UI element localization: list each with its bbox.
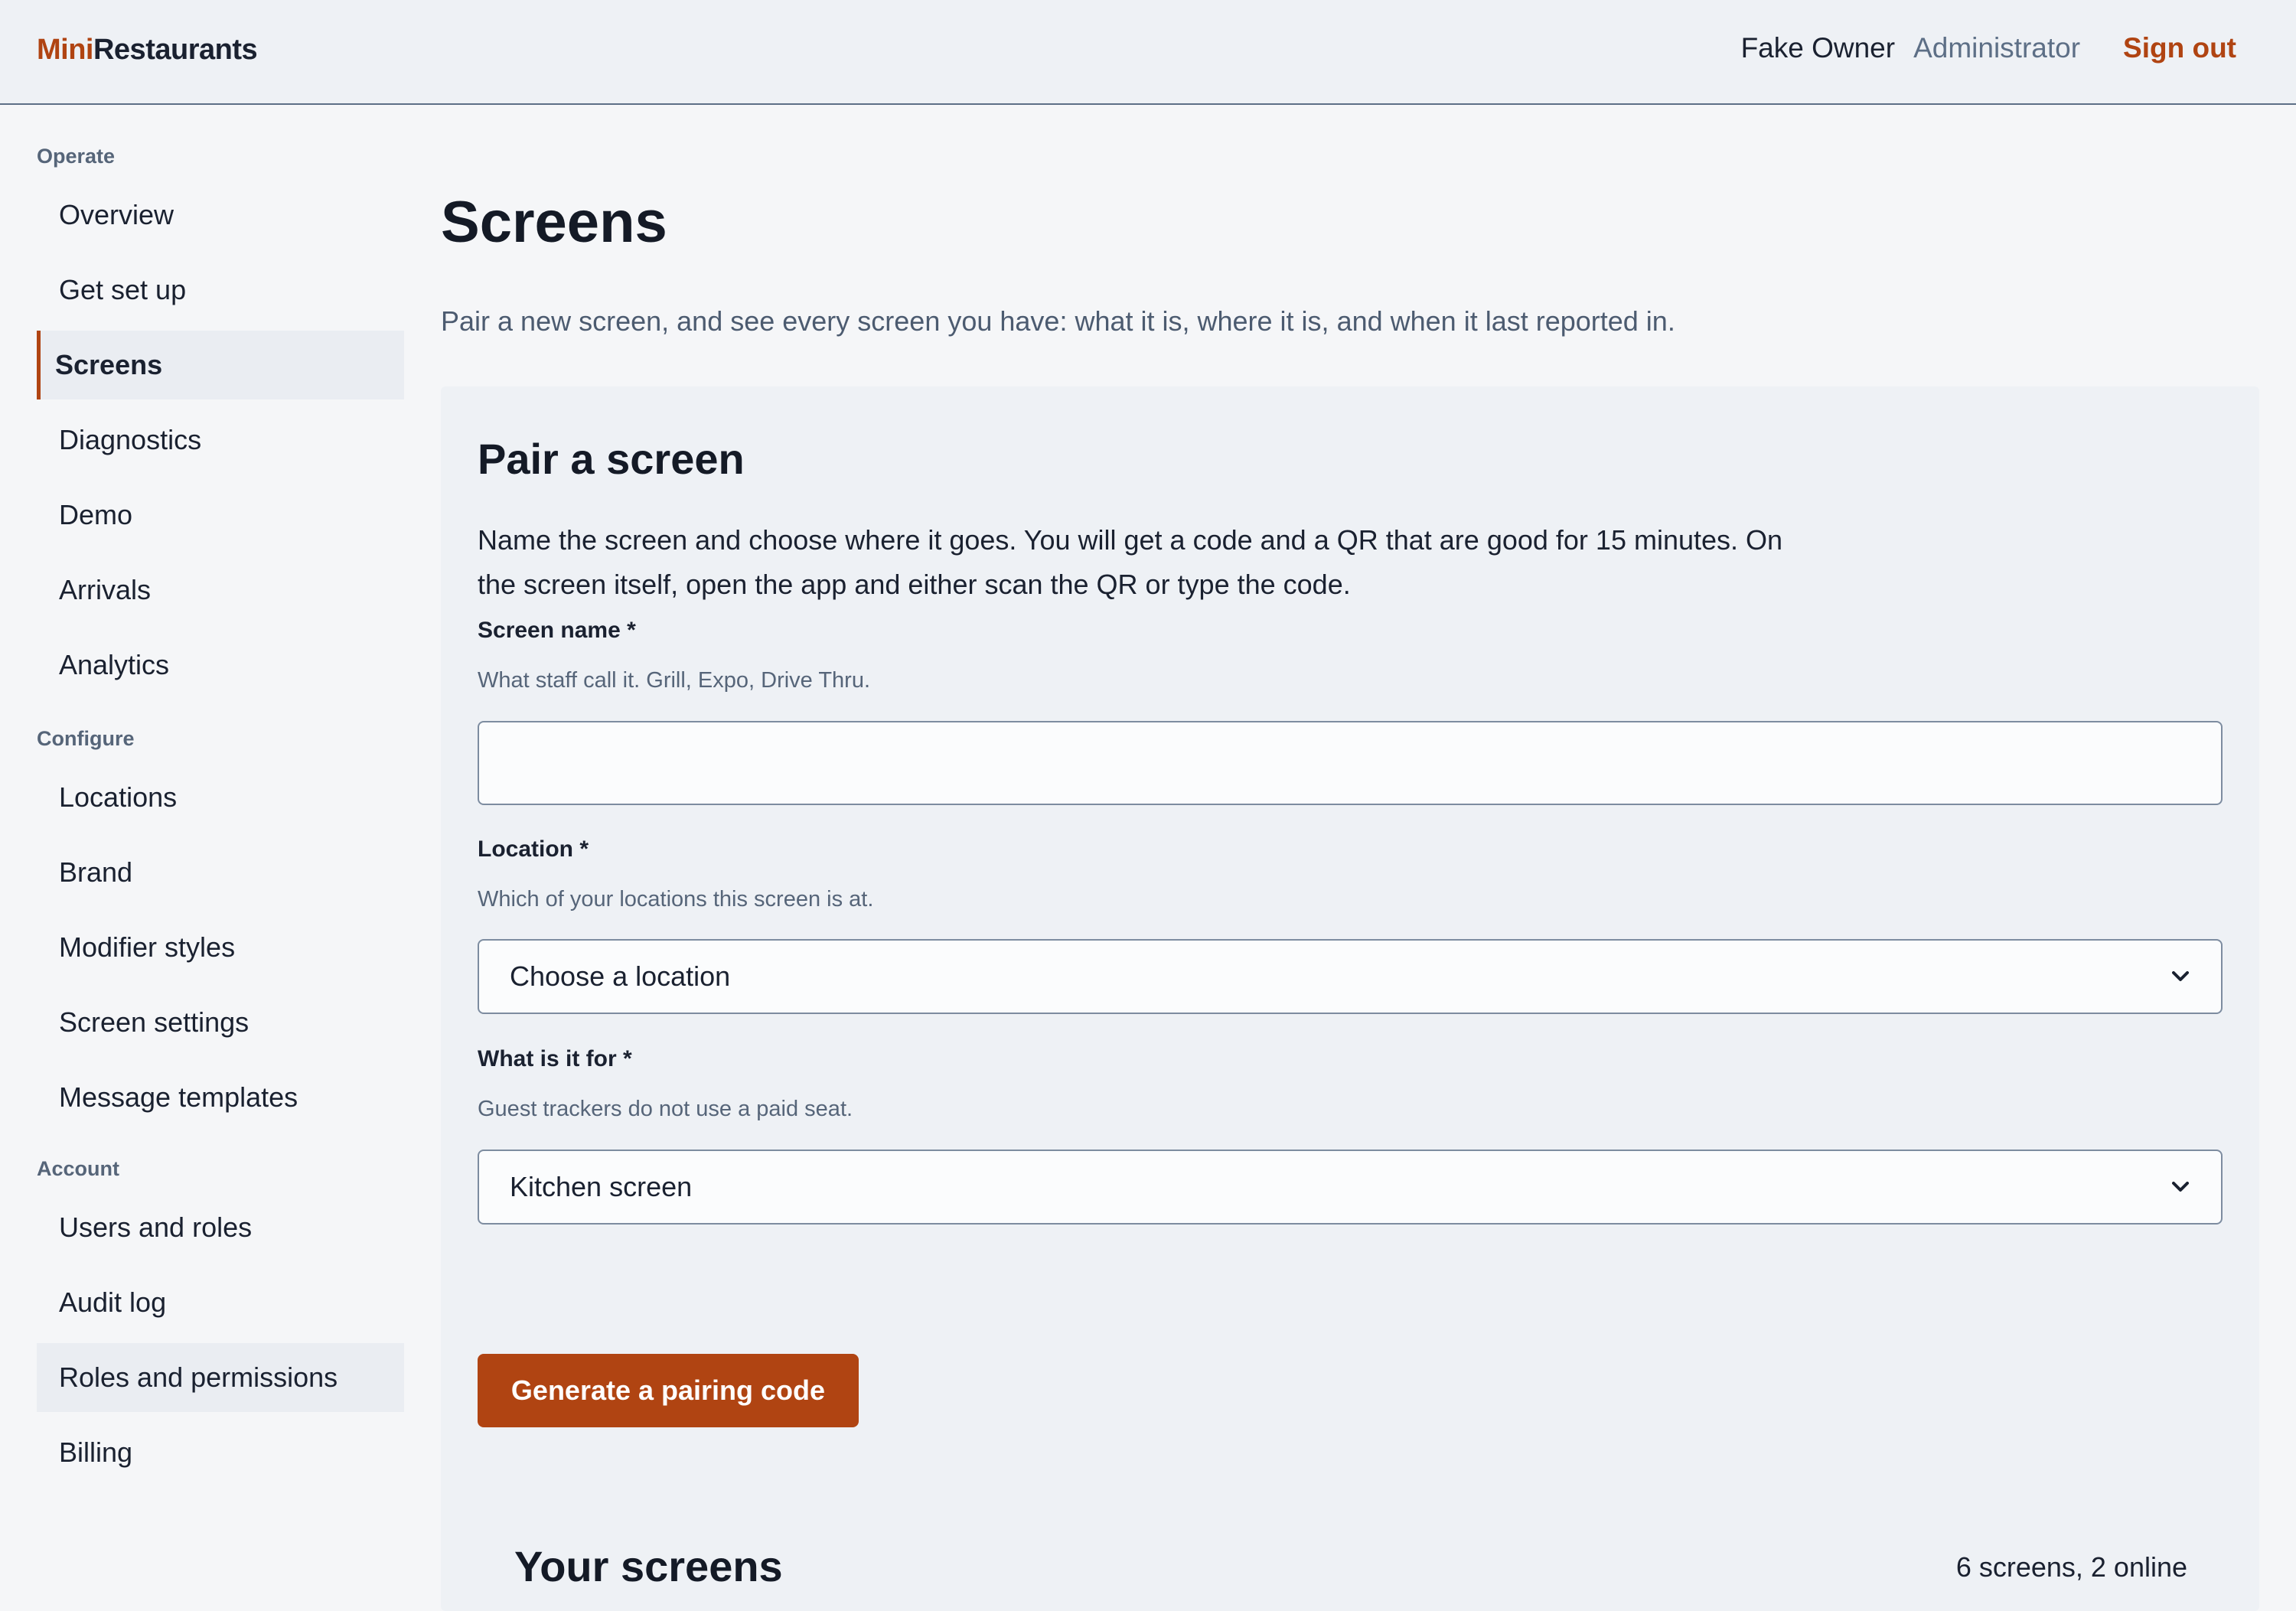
user-area: Fake Owner Administrator Sign out	[1741, 32, 2236, 64]
screen-name-input[interactable]	[478, 721, 2223, 805]
generate-pairing-code-button[interactable]: Generate a pairing code	[478, 1354, 859, 1427]
sidebar-item-audit-log[interactable]: Audit log	[37, 1268, 404, 1337]
location-select-value: Choose a location	[510, 960, 731, 992]
sidebar-section: Configure Locations Brand Modifier styles Sc…	[37, 725, 404, 1138]
sidebar-item-overview[interactable]: Overview	[37, 181, 404, 249]
sidebar-item-roles-and-permissions[interactable]: Roles and permissions	[37, 1343, 404, 1412]
sidebar-item-analytics[interactable]: Analytics	[37, 631, 404, 700]
sidebar-item-locations[interactable]: Locations	[37, 763, 404, 832]
pair-screen-panel: Pair a screen Name the screen and choose…	[441, 386, 2259, 1611]
screen-name-label: Screen name *	[478, 618, 636, 643]
purpose-label: What is it for *	[478, 1046, 632, 1071]
purpose-select-value: Kitchen screen	[510, 1171, 693, 1202]
sidebar-item-screens[interactable]: Screens	[37, 331, 404, 399]
sidebar-section: Operate Overview Get set up Screens Diagnost…	[37, 142, 404, 706]
sidebar-item-get-set-up[interactable]: Get set up	[37, 256, 404, 324]
pair-screen-title: Pair a screen	[478, 435, 745, 483]
sidebar-section-label: Account	[37, 1157, 119, 1180]
brand-accent-text: Mini	[37, 34, 93, 66]
brand-rest-text: Restaurants	[93, 34, 258, 66]
user-role: Administrator	[1913, 32, 2081, 64]
top-header: MiniRestaurants Fake Owner Administrator…	[0, 0, 2296, 105]
sidebar-item-users-and-roles[interactable]: Users and roles	[37, 1193, 404, 1262]
purpose-hint: Guest trackers do not use a paid seat.	[478, 1097, 853, 1121]
location-label: Location *	[478, 836, 589, 862]
brand-logo[interactable]: MiniRestaurants	[37, 34, 258, 67]
sidebar-item-brand[interactable]: Brand	[37, 838, 404, 907]
screen-name-hint: What staff call it. Grill, Expo, Drive T…	[478, 668, 871, 693]
location-hint: Which of your locations this screen is a…	[478, 887, 874, 911]
sign-out-link[interactable]: Sign out	[2123, 32, 2236, 64]
sidebar-section: Account Users and roles Audit log Roles and…	[37, 1155, 404, 1493]
location-select[interactable]: Choose a location	[478, 939, 2223, 1014]
screens-summary: 6 screens, 2 online	[1955, 1551, 2187, 1583]
your-screens-title: Your screens	[514, 1542, 783, 1590]
chevron-down-icon	[2170, 1177, 2190, 1197]
sidebar-item-arrivals[interactable]: Arrivals	[37, 556, 404, 625]
sidebar-item-screen-settings[interactable]: Screen settings	[37, 988, 404, 1057]
sidebar-item-modifier-styles[interactable]: Modifier styles	[37, 913, 404, 982]
sidebar-item-demo[interactable]: Demo	[37, 481, 404, 550]
sidebar-section-label: Configure	[37, 727, 135, 750]
sidebar-item-message-templates[interactable]: Message templates	[37, 1063, 404, 1132]
sidebar-item-diagnostics[interactable]: Diagnostics	[37, 406, 404, 474]
page-description: Pair a new screen, and see every screen …	[441, 305, 1675, 337]
pair-screen-intro: Name the screen and choose where it goes…	[478, 524, 1783, 600]
page-title: Screens	[441, 190, 667, 255]
purpose-select[interactable]: Kitchen screen	[478, 1150, 2223, 1225]
user-name: Fake Owner	[1740, 32, 1896, 64]
sidebar-section-label: Operate	[37, 145, 116, 168]
sidebar-item-billing[interactable]: Billing	[37, 1418, 404, 1487]
chevron-down-icon	[2170, 967, 2190, 986]
